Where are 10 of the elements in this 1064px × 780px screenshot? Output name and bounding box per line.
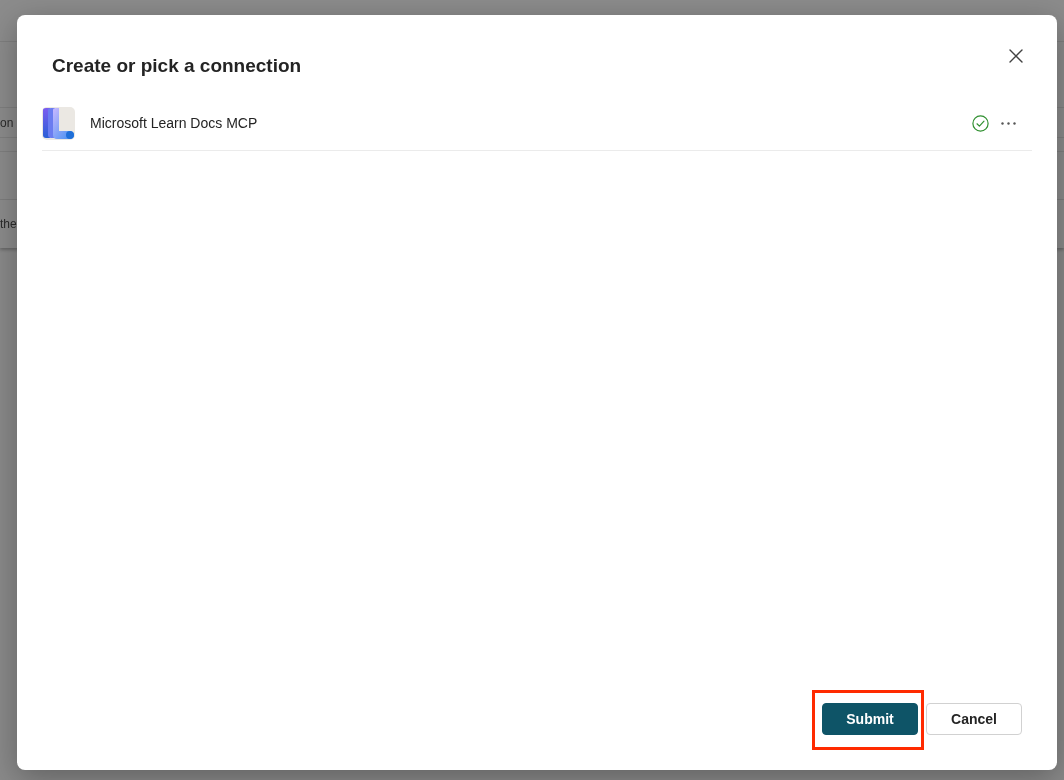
submit-button[interactable]: Submit <box>822 703 918 735</box>
more-icon <box>1000 122 1016 125</box>
background-text: on <box>0 114 14 132</box>
app-logo-icon <box>42 107 75 140</box>
background-text: the <box>0 216 17 233</box>
connection-name: Microsoft Learn Docs MCP <box>90 114 258 133</box>
connection-row[interactable]: Microsoft Learn Docs MCP <box>42 100 1032 151</box>
dialog-title: Create or pick a connection <box>52 54 302 78</box>
cancel-button[interactable]: Cancel <box>926 703 1022 735</box>
close-icon <box>1009 49 1023 63</box>
